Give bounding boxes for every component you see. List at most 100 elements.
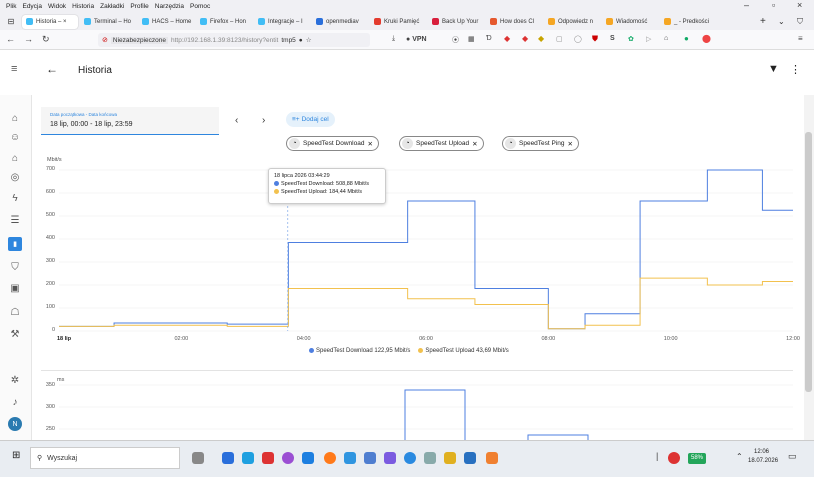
browser-tab[interactable]: Firefox – Hon	[196, 15, 252, 29]
menu-help[interactable]: Pomoc	[190, 3, 210, 10]
sidebar-item-history[interactable]: ▮	[8, 237, 22, 251]
extension-icon[interactable]: ◯	[574, 35, 582, 43]
edge-icon[interactable]	[242, 452, 254, 464]
taskbar-search[interactable]: ⚲ Wyszukaj	[30, 447, 180, 469]
browser-tab[interactable]: Integracje – I	[254, 15, 310, 29]
browser-tab[interactable]: Terminal – Ho	[80, 15, 136, 29]
browser-tab[interactable]: _ - Predkości	[660, 15, 716, 29]
extension-icon[interactable]: ⬤	[702, 34, 711, 43]
tab-label: Kruki Pamięć	[384, 18, 420, 25]
notifications-icon[interactable]: ▭	[788, 451, 797, 462]
menu-tools[interactable]: Narzędzia	[155, 3, 184, 10]
browser-tab[interactable]: Back Up Your	[428, 15, 484, 29]
download-icon[interactable]: ⤓	[392, 35, 395, 43]
explorer-icon[interactable]	[222, 452, 234, 464]
extension-icon[interactable]: Ɗ	[486, 35, 492, 42]
avatar[interactable]: N	[8, 417, 22, 431]
bookmark-star-icon[interactable]: ☆	[306, 36, 312, 44]
task-view-icon[interactable]	[192, 452, 204, 464]
browser-tab[interactable]: How does Cl	[486, 15, 542, 29]
back-arrow-icon[interactable]: ←	[6, 34, 15, 44]
extension-icon[interactable]: ◆	[522, 34, 528, 43]
browser-tab[interactable]: Odpowiedz n	[544, 15, 600, 29]
chevron-down-icon[interactable]: ⌄	[778, 17, 785, 26]
extension-icon[interactable]: ⛊	[592, 34, 598, 44]
sidebar-item-person[interactable]: ☺	[8, 130, 22, 144]
home-icon[interactable]: ⌂	[664, 35, 668, 42]
tab-label: _ - Predkości	[674, 18, 710, 25]
new-tab-icon[interactable]: +	[760, 16, 766, 27]
back-arrow-icon[interactable]: ←	[46, 62, 58, 76]
scrollbar-thumb[interactable]	[805, 132, 812, 392]
menu-icon[interactable]: ≡	[11, 63, 17, 75]
minimize-icon[interactable]: –	[744, 0, 749, 10]
extension-icon[interactable]: ▷	[646, 35, 651, 43]
shield-icon[interactable]: ⛉	[797, 17, 803, 27]
tab-list-icon[interactable]: ⊟	[0, 17, 22, 26]
record-icon[interactable]: ●	[299, 37, 303, 44]
sidebar-item-media[interactable]: ▣	[8, 281, 22, 295]
browser-tab[interactable]: Kruki Pamięć	[370, 15, 426, 29]
tray-icon[interactable]	[668, 452, 680, 464]
browser-tab[interactable]: Wiadomość	[602, 15, 658, 29]
app-icon[interactable]	[424, 452, 436, 464]
app-header: ≡ ← Historia ▼ ⋮	[0, 51, 814, 95]
extension-icon[interactable]: ▦	[468, 35, 475, 43]
menu-history[interactable]: Historia	[72, 3, 94, 10]
battery-indicator[interactable]: 58%	[688, 453, 707, 464]
tab-favicon-icon	[84, 18, 91, 25]
app-icon[interactable]	[364, 452, 376, 464]
filter-clear-icon[interactable]: ▼	[768, 63, 779, 75]
extension-icon[interactable]: ◆	[538, 34, 544, 43]
vpn-button[interactable]: ● VPN	[406, 36, 427, 43]
ping-series-line	[404, 389, 466, 440]
maximize-icon[interactable]: ▫	[772, 0, 775, 10]
app-icon[interactable]	[464, 452, 476, 464]
menu-bookmarks[interactable]: Zakładki	[100, 3, 124, 10]
browser-tab[interactable]: HACS – Home	[138, 15, 194, 29]
more-vert-icon[interactable]: ⋮	[790, 63, 801, 76]
tab-label: Wiadomość	[616, 18, 648, 25]
hamburger-menu-icon[interactable]: ≡	[798, 34, 803, 43]
sidebar-item-notifications[interactable]: ♪	[8, 395, 22, 409]
sidebar-item-tools[interactable]: ⚒	[8, 327, 22, 341]
app-icon[interactable]	[486, 452, 498, 464]
extension-icon[interactable]: ◆	[504, 34, 510, 43]
firefox-icon[interactable]	[324, 452, 336, 464]
clock-time[interactable]: 12:06	[754, 449, 769, 455]
app-icon[interactable]	[262, 452, 274, 464]
clock-date[interactable]: 18.07.2026	[748, 458, 778, 464]
browser-tab[interactable]: Historia – ×	[22, 14, 78, 29]
app-icon[interactable]	[384, 452, 396, 464]
sidebar-item-flash[interactable]: ϟ	[8, 191, 22, 205]
app-icon[interactable]	[344, 452, 356, 464]
menu-edit[interactable]: Edycja	[22, 3, 42, 10]
sidebar-item-overview[interactable]: ⌂	[8, 111, 22, 125]
app-icon[interactable]	[404, 452, 416, 464]
close-icon[interactable]: ×	[797, 0, 802, 10]
extension-icon[interactable]: S	[610, 35, 615, 42]
sidebar-item-energy[interactable]: ◎	[8, 170, 22, 184]
extension-icon[interactable]: ✿	[628, 35, 634, 43]
menu-profiles[interactable]: Profile	[130, 3, 148, 10]
menu-view[interactable]: Widok	[48, 3, 66, 10]
sidebar-item-home[interactable]: ⌂	[8, 151, 22, 165]
browser-tab[interactable]: openmediav	[312, 15, 368, 29]
app-icon[interactable]	[302, 452, 314, 464]
url-field[interactable]: ⊘ Niezabezpieczone http://192.168.1.39:8…	[98, 33, 370, 47]
sidebar-item-shield[interactable]: ⛉	[8, 260, 22, 274]
extension-icon[interactable]: ▢	[556, 35, 563, 43]
forward-arrow-icon[interactable]: →	[24, 34, 33, 44]
extension-icon[interactable]: ●	[684, 34, 689, 43]
extension-icon[interactable]: ⦿	[452, 35, 459, 45]
chevron-up-icon[interactable]: ⌃	[736, 452, 743, 461]
reload-icon[interactable]: ↻	[42, 34, 50, 45]
menu-file[interactable]: Plik	[6, 3, 16, 10]
sidebar-item-todo[interactable]: ☖	[8, 305, 22, 319]
ping-chart	[59, 384, 793, 440]
sidebar-item-logbook[interactable]: ☰	[8, 213, 22, 227]
windows-start-icon[interactable]: ⊞	[12, 450, 20, 461]
sidebar-item-settings[interactable]: ✲	[8, 373, 22, 387]
folder-icon[interactable]	[444, 452, 456, 464]
app-icon[interactable]	[282, 452, 294, 464]
